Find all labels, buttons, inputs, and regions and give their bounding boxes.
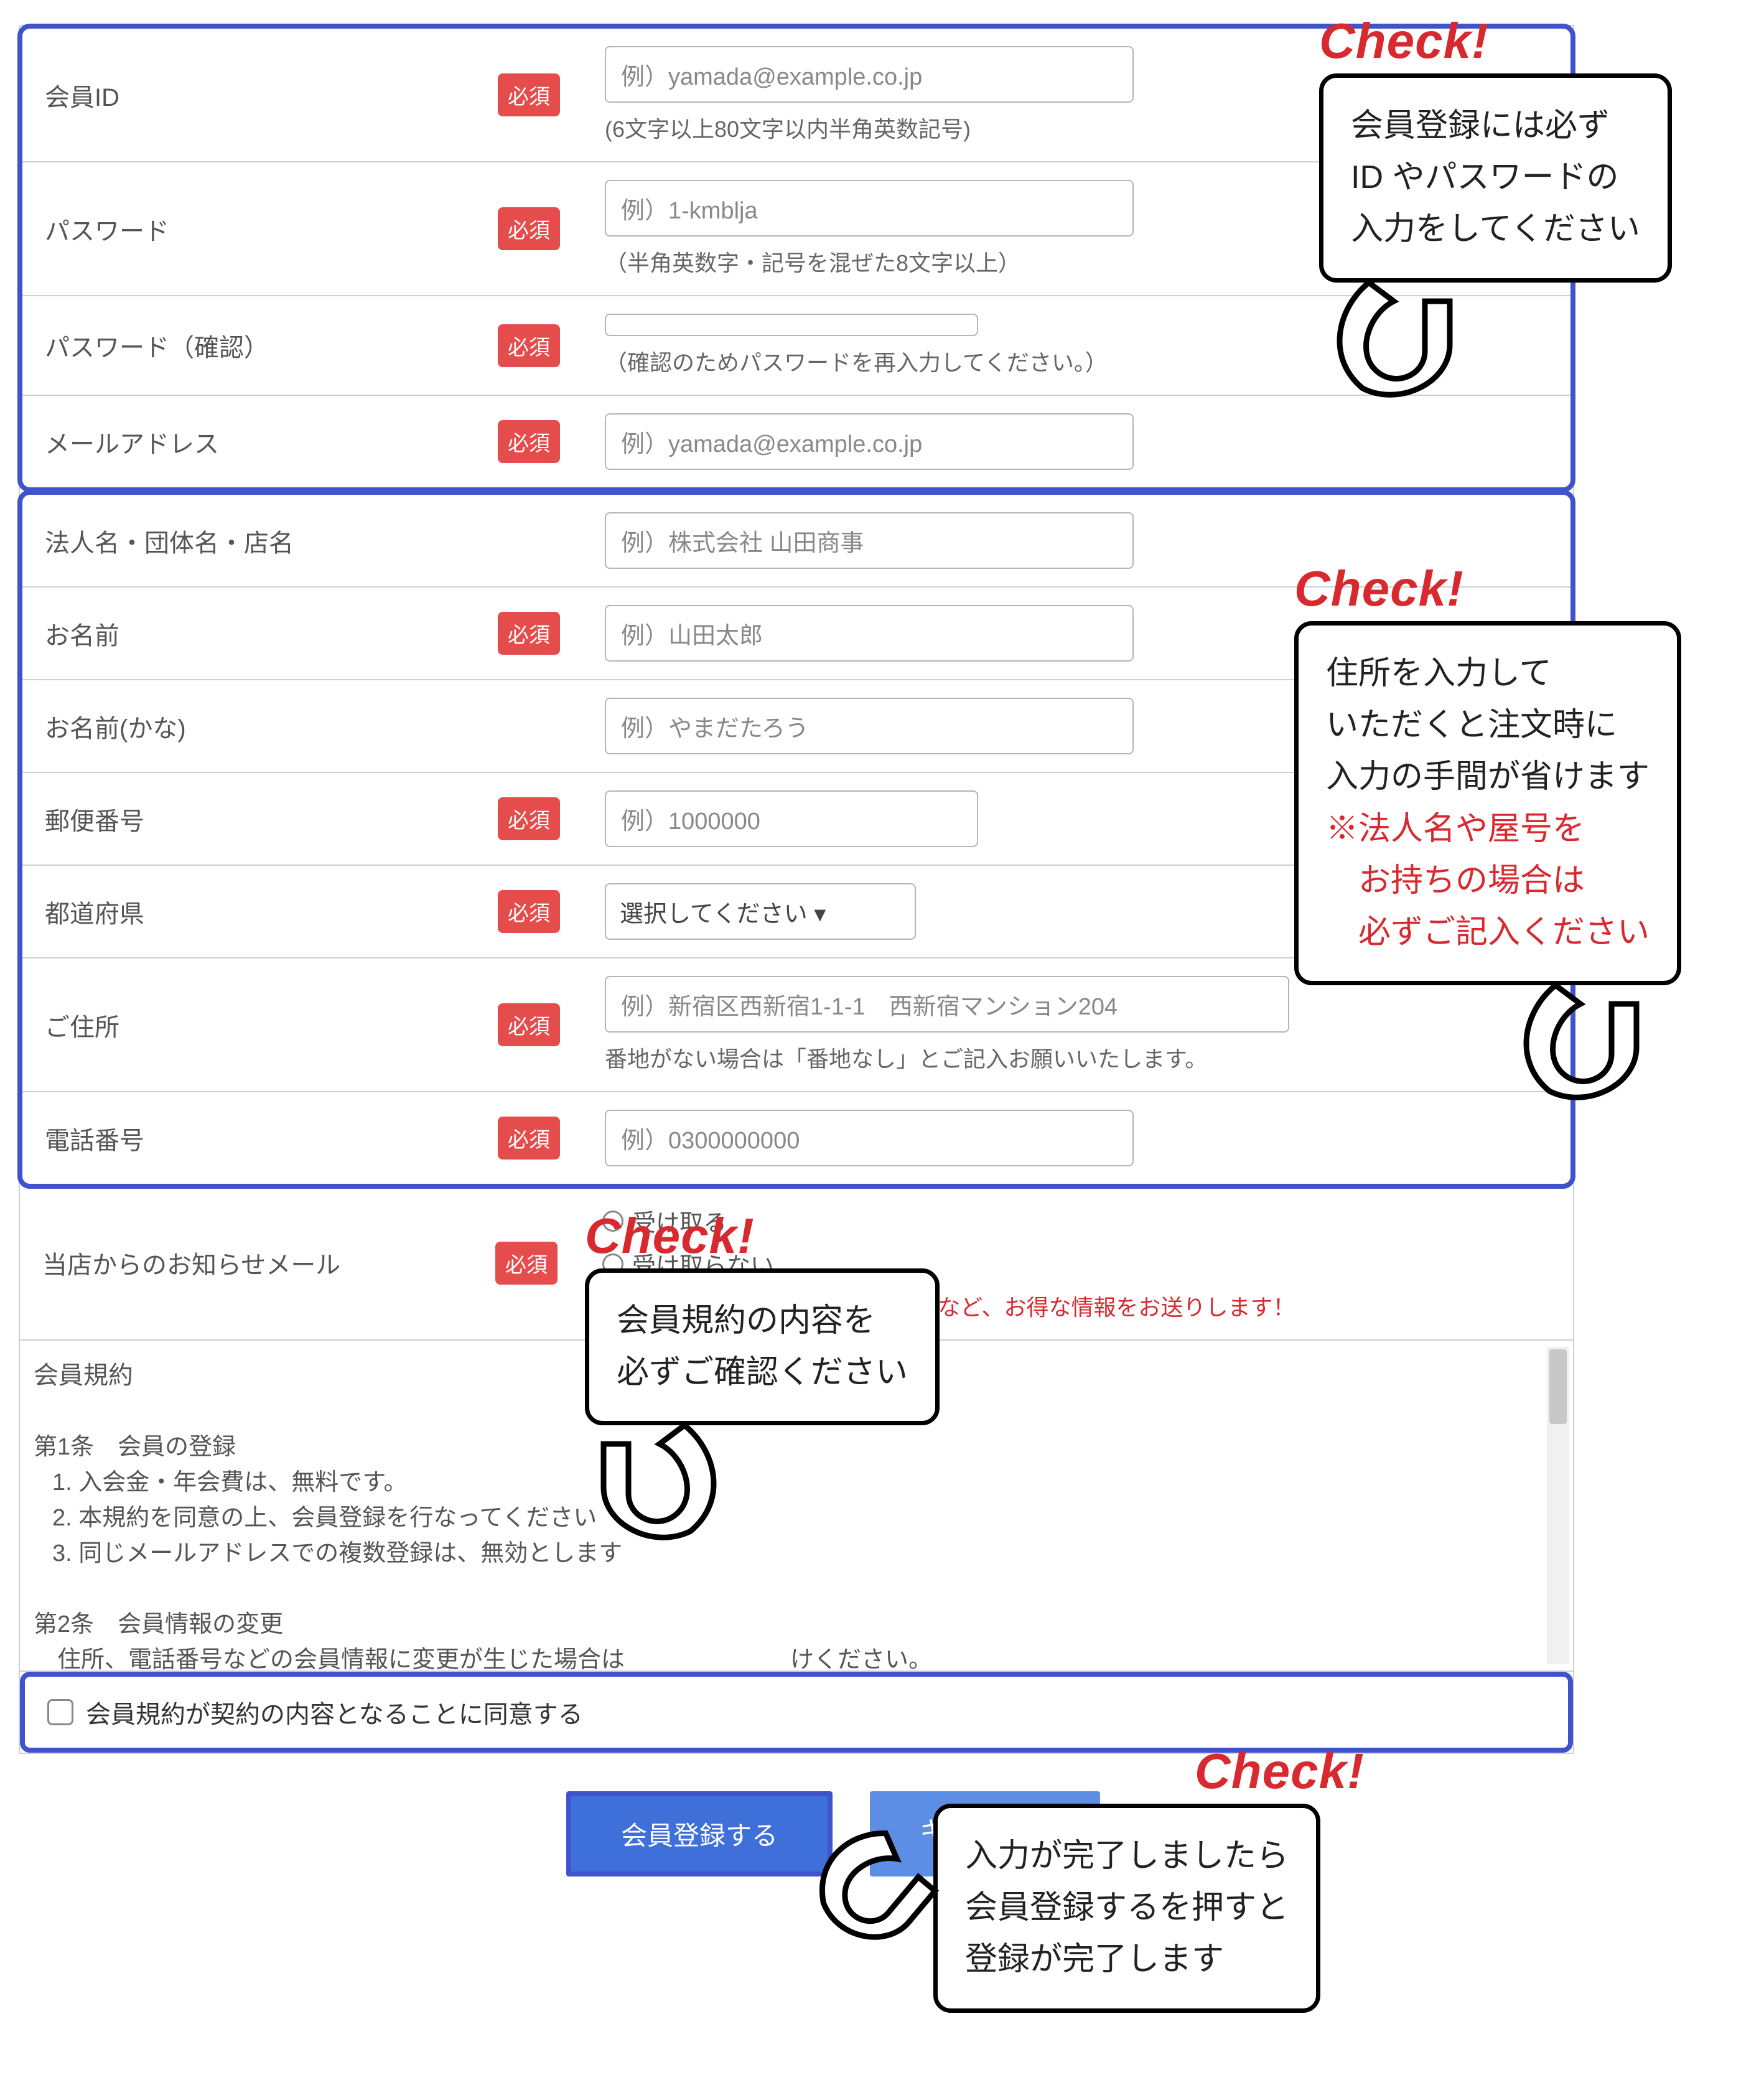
submit-button[interactable]: 会員登録する [566,1791,833,1877]
password-confirm-label: パスワード（確認） [45,327,485,363]
address-label: ご住所 [45,1007,485,1043]
required-badge: 必須 [495,1242,558,1285]
agree-row[interactable]: 会員規約が契約の内容となることに同意する [20,1672,1573,1753]
callout2-l2: いただくと注文時に [1326,700,1650,751]
name-label: お名前 [45,616,485,652]
check-heading: Check! [1195,1743,1365,1800]
callout-credentials: Check! 会員登録には必ず ID やパスワードの 入力をしてください [1319,12,1672,407]
callout-terms: Check! 会員規約の内容を 必ずご確認ください [585,1207,940,1550]
check-heading: Check! [1319,12,1672,70]
name-input[interactable]: 例）山田太郎 [605,605,1134,662]
callout-balloon: 入力が完了しましたら 会員登録するを押すと 登録が完了します [933,1804,1320,2013]
required-badge: 必須 [498,1003,560,1046]
callout3-l2: 必ずご確認ください [617,1347,908,1399]
pointer-icon [768,1801,961,1994]
prefecture-label: 都道府県 [45,894,485,930]
name-kana-label: お名前(かな) [45,708,560,744]
terms-sec2-l1: 住所、電話番号などの会員情報に変更が生じた場合は けください。 [34,1642,1559,1670]
pointer-icon [572,1425,734,1550]
agree-checkbox[interactable] [47,1699,73,1725]
member-id-input[interactable]: 例）yamada@example.co.jp [605,46,1134,103]
scrollbar[interactable] [1547,1347,1569,1664]
callout2-l3: 入力の手間が省けます [1326,751,1650,803]
scrollbar-thumb[interactable] [1549,1349,1567,1424]
required-badge: 必須 [498,207,560,250]
required-badge: 必須 [498,324,560,367]
row-email: メールアドレス 必須 例）yamada@example.co.jp [22,396,1570,487]
callout-address: Check! 住所を入力して いただくと注文時に 入力の手間が省けます ※法人名… [1294,560,1681,1110]
callout-balloon: 住所を入力して いただくと注文時に 入力の手間が省けます ※法人名や屋号を お持… [1294,621,1681,985]
prefecture-select[interactable]: 選択してください ▾ [605,883,916,940]
callout2-r2: お持ちの場合は [1326,855,1650,907]
required-badge: 必須 [498,420,560,463]
member-id-label: 会員ID [45,77,485,113]
company-input[interactable]: 例）株式会社 山田商事 [605,512,1134,569]
check-heading: Check! [585,1207,940,1265]
password-input[interactable]: 例）1-kmblja [605,180,1134,237]
newsletter-label: 当店からのお知らせメール [42,1245,483,1281]
callout1-l1: 会員登録には必ず [1351,100,1640,152]
password-label: パスワード [45,211,485,247]
postal-input[interactable]: 例）1000000 [605,790,978,847]
address-input[interactable]: 例）新宿区西新宿1-1-1 西新宿マンション204 [605,976,1289,1033]
callout2-r3: 必ずご記入ください [1326,907,1650,958]
terms-sec2-head: 第2条 会員情報の変更 [34,1607,1559,1642]
check-heading: Check! [1294,560,1681,617]
password-confirm-input[interactable] [605,314,978,336]
required-badge: 必須 [498,890,560,933]
callout-submit: Check! 入力が完了しましたら 会員登録するを押すと 登録が完了します [796,1743,1365,2013]
phone-label: 電話番号 [45,1120,485,1156]
name-kana-input[interactable]: 例）やまだたろう [605,698,1134,754]
callout4-l2: 会員登録するを押すと [965,1882,1289,1934]
pointer-icon [1506,985,1668,1110]
callout4-l3: 登録が完了します [965,1934,1289,1985]
phone-input[interactable]: 例）0300000000 [605,1110,1134,1166]
callout-balloon: 会員規約の内容を 必ずご確認ください [585,1268,940,1425]
required-badge: 必須 [498,1117,560,1160]
email-input[interactable]: 例）yamada@example.co.jp [605,413,1134,470]
required-badge: 必須 [498,797,560,840]
company-label: 法人名・団体名・店名 [45,523,560,559]
callout2-r1: ※法人名や屋号を [1326,804,1650,855]
agree-label: 会員規約が契約の内容となることに同意する [86,1694,583,1730]
callout2-l1: 住所を入力して [1326,648,1650,700]
callout4-l1: 入力が完了しましたら [965,1830,1289,1882]
postal-label: 郵便番号 [45,801,485,837]
email-label: メールアドレス [45,424,485,460]
callout3-l1: 会員規約の内容を [617,1295,908,1347]
callout1-l3: 入力をしてください [1351,204,1640,255]
pointer-icon [1319,283,1481,407]
callout-balloon: 会員登録には必ず ID やパスワードの 入力をしてください [1319,73,1672,283]
callout1-l2: ID やパスワードの [1351,152,1640,204]
required-badge: 必須 [498,73,560,116]
required-badge: 必須 [498,612,560,655]
